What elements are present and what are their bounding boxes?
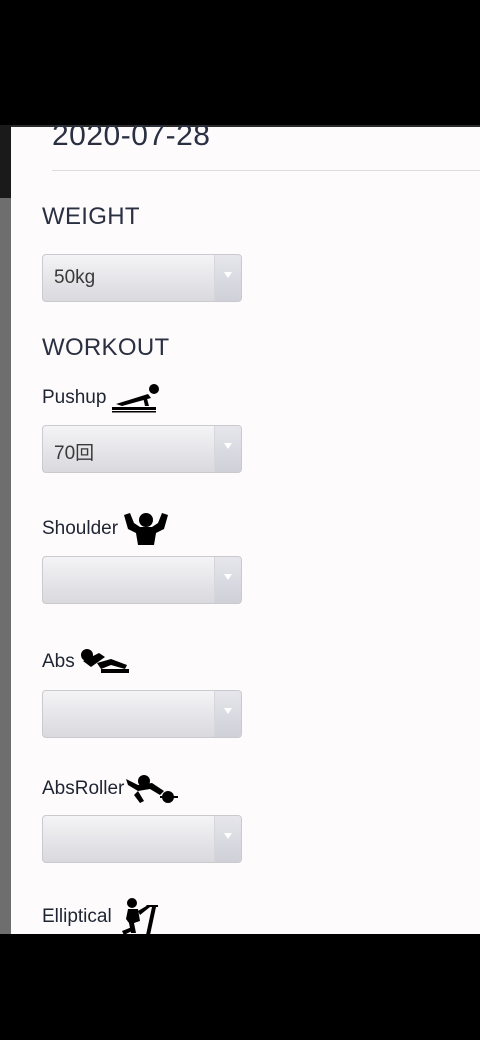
pushup-select-value: 70回 <box>54 443 95 464</box>
elliptical-label: Elliptical <box>42 897 162 934</box>
absroller-select-arrow <box>214 816 241 862</box>
left-drawer-edge-top <box>0 125 11 198</box>
shoulder-label-text: Shoulder <box>42 518 119 539</box>
left-drawer-edge <box>0 125 11 934</box>
absroller-select[interactable] <box>42 815 242 863</box>
abs-label-text: Abs <box>42 651 75 672</box>
situp-icon <box>80 649 129 673</box>
elliptical-icon <box>121 898 158 934</box>
pushup-label: Pushup <box>42 381 162 415</box>
weight-select-arrow <box>214 255 241 301</box>
date-field[interactable]: 2020-07-28 <box>52 125 210 153</box>
weight-section-title: WEIGHT <box>42 203 140 230</box>
app-screen: 2020-07-28 WEIGHT 50kg WORKOUT Pushup 70… <box>0 0 480 1040</box>
ab-roller-icon <box>126 775 179 803</box>
shoulder-icon <box>124 513 169 545</box>
chevron-down-icon <box>224 443 232 449</box>
chevron-down-icon <box>224 574 232 580</box>
abs-select-arrow <box>214 691 241 737</box>
date-underline <box>52 170 480 171</box>
chevron-down-icon <box>224 833 232 839</box>
workout-log-form: 2020-07-28 WEIGHT 50kg WORKOUT Pushup 70… <box>0 125 480 934</box>
absroller-label-text: AbsRoller <box>42 778 125 799</box>
chevron-down-icon <box>224 272 232 278</box>
shoulder-label: Shoulder <box>42 511 170 547</box>
shoulder-select[interactable] <box>42 556 242 604</box>
pushup-icon <box>112 384 160 413</box>
pushup-select[interactable]: 70回 <box>42 425 242 473</box>
workout-section-title: WORKOUT <box>42 334 170 361</box>
chevron-down-icon <box>224 708 232 714</box>
abs-label: Abs <box>42 647 131 677</box>
shoulder-select-arrow <box>214 557 241 603</box>
abs-select[interactable] <box>42 690 242 738</box>
absroller-label: AbsRoller <box>42 773 180 805</box>
weight-select[interactable]: 50kg <box>42 254 242 302</box>
weight-select-value: 50kg <box>54 267 96 288</box>
elliptical-label-text: Elliptical <box>42 906 112 927</box>
pushup-select-arrow <box>214 426 241 472</box>
pushup-label-text: Pushup <box>42 387 107 408</box>
